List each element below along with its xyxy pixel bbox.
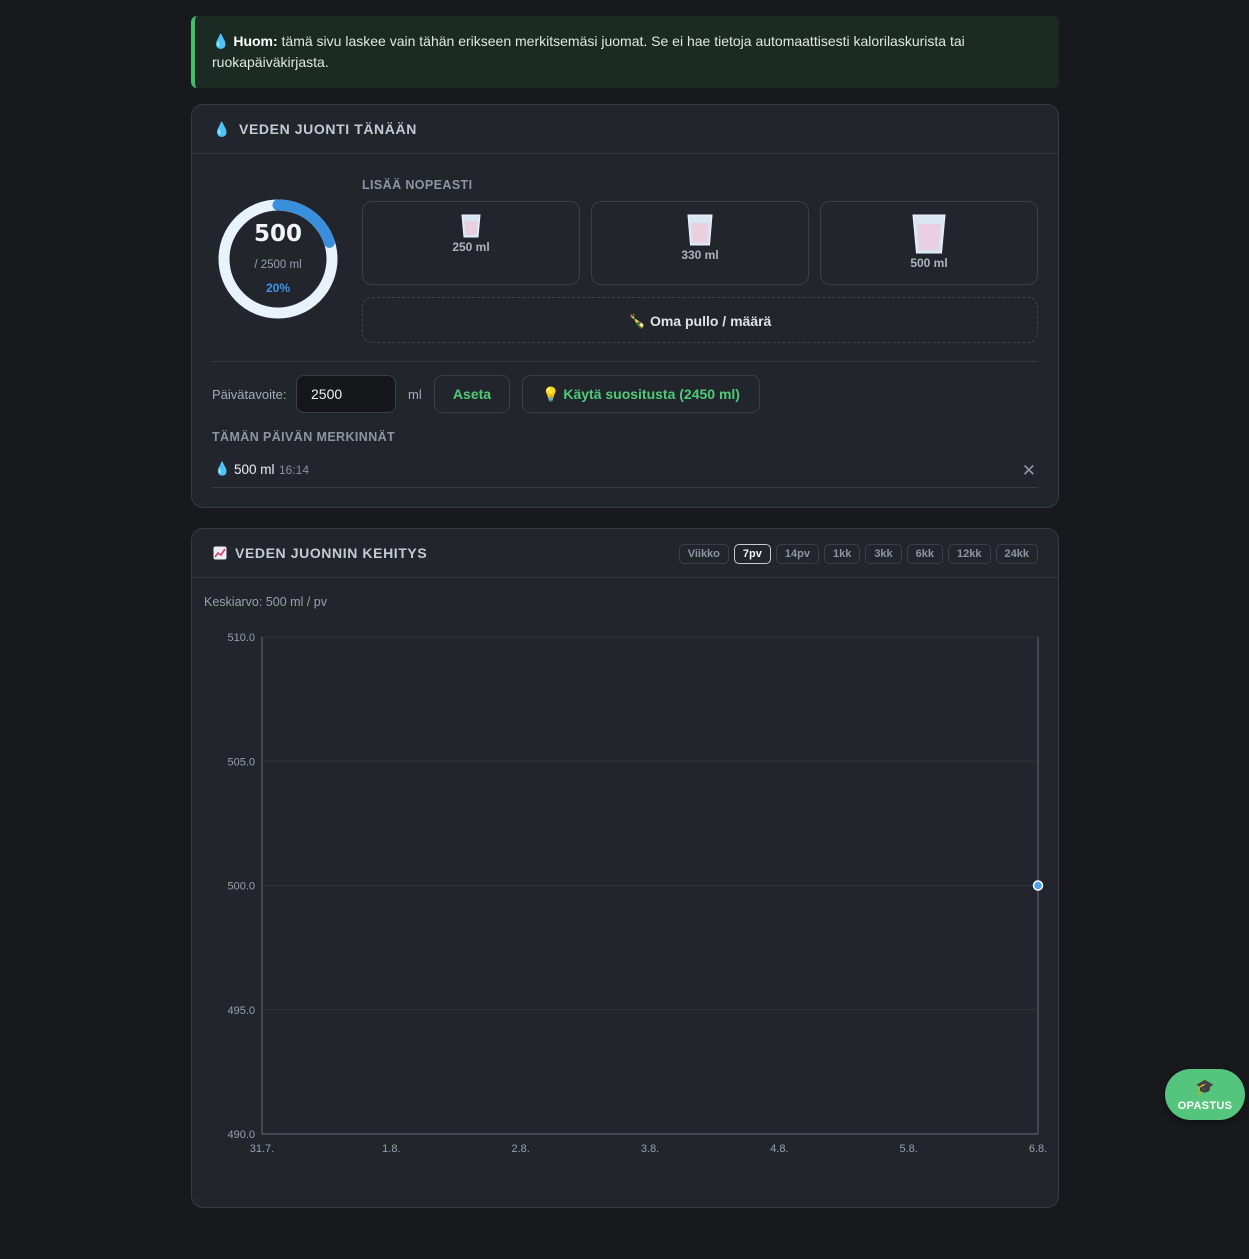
range-tab-3kk[interactable]: 3kk xyxy=(865,544,902,564)
range-tab-12kk[interactable]: 12kk xyxy=(948,544,991,564)
set-goal-button[interactable]: Aseta xyxy=(434,375,510,413)
y-tick-label: 500.0 xyxy=(227,881,255,893)
entry-row: 💧 500 ml 16:14 ✕ xyxy=(212,459,1038,488)
entry-amount: 500 ml xyxy=(234,462,275,477)
water-drop-icon: 💧 xyxy=(214,461,231,476)
notice-bold: Huom: xyxy=(233,33,278,49)
water-trend-card: VEDEN JUONNIN KEHITYS Viikko 7pv 14pv 1kk 3k… xyxy=(191,528,1059,1208)
water-today-header: 💧 VEDEN JUONTI TÄNÄÄN xyxy=(192,105,1058,154)
chart-trend-icon xyxy=(213,545,227,561)
info-notice: 💧 Huom: tämä sivu laskee vain tähän erik… xyxy=(191,16,1059,88)
range-tab-14pv[interactable]: 14pv xyxy=(775,544,819,564)
quick-add-250-label: 250 ml xyxy=(452,240,490,254)
use-recommendation-button[interactable]: 💡 Käytä suositusta (2450 ml) xyxy=(522,375,760,413)
small-glass-icon xyxy=(461,214,481,238)
trend-chart: 510.0 505.0 500.0 495.0 490.0 31.7. 1.8. 2.8. 3.… xyxy=(227,632,1047,1155)
delete-entry-icon[interactable]: ✕ xyxy=(1022,461,1036,481)
quick-add-label: LISÄÄ NOPEASTI xyxy=(362,178,473,192)
custom-amount-button[interactable]: 🍾 Oma pullo / määrä xyxy=(362,297,1038,343)
range-tab-1kk[interactable]: 1kk xyxy=(823,544,861,564)
x-tick-label: 31.7. xyxy=(250,1143,274,1155)
custom-amount-label: Oma pullo / määrä xyxy=(649,313,772,329)
lightbulb-icon: 💡 xyxy=(542,386,560,402)
water-today-card: 💧 VEDEN JUONTI TÄNÄÄN 500 / 2500 ml 20% … xyxy=(191,104,1059,508)
quick-add-500-label: 500 ml xyxy=(910,256,948,270)
bottle-icon: 🍾 xyxy=(628,313,647,329)
x-tick-label: 2.8. xyxy=(511,1143,529,1155)
range-tab-6kk[interactable]: 6kk xyxy=(906,544,944,564)
quick-add-500-button[interactable]: 500 ml xyxy=(820,201,1038,285)
y-tick-label: 505.0 xyxy=(227,756,255,768)
progress-ring: 500 / 2500 ml 20% xyxy=(216,197,340,321)
x-tick-label: 3.8. xyxy=(641,1143,659,1155)
daily-goal-input[interactable] xyxy=(296,375,396,413)
x-tick-label: 1.8. xyxy=(382,1143,400,1155)
range-tab-viikko[interactable]: Viikko xyxy=(678,544,729,564)
water-drop-icon: 💧 xyxy=(212,33,230,49)
daily-goal-label: Päivätavoite: xyxy=(212,387,287,402)
range-tab-7pv[interactable]: 7pv xyxy=(733,544,771,564)
help-fab-button[interactable]: 🎓 OPASTUS xyxy=(1165,1069,1245,1120)
data-point[interactable] xyxy=(1032,880,1044,891)
quick-add-330-label: 330 ml xyxy=(681,248,719,262)
x-tick-label: 6.8. xyxy=(1029,1143,1047,1155)
notice-text: tämä sivu laskee vain tähän erikseen mer… xyxy=(212,33,965,70)
quick-add-330-button[interactable]: 330 ml xyxy=(591,201,809,285)
help-fab-label: OPASTUS xyxy=(1177,1100,1233,1112)
water-today-title: VEDEN JUONTI TÄNÄÄN xyxy=(239,121,417,137)
today-entries-label: TÄMÄN PÄIVÄN MERKINNÄT xyxy=(212,430,396,444)
x-tick-label: 5.8. xyxy=(899,1143,917,1155)
y-tick-label: 490.0 xyxy=(227,1129,255,1141)
medium-glass-icon xyxy=(687,214,713,246)
water-drop-icon: 💧 xyxy=(213,120,232,137)
ring-goal: / 2500 ml xyxy=(254,259,302,271)
use-recommendation-label: Käytä suositusta (2450 ml) xyxy=(563,386,740,402)
y-tick-label: 510.0 xyxy=(227,632,255,644)
x-tick-label: 4.8. xyxy=(770,1143,788,1155)
divider xyxy=(212,361,1038,362)
water-trend-title: VEDEN JUONNIN KEHITYS xyxy=(235,545,428,561)
y-tick-label: 495.0 xyxy=(227,1005,255,1017)
range-tab-24kk[interactable]: 24kk xyxy=(995,544,1038,564)
quick-add-250-button[interactable]: 250 ml xyxy=(362,201,580,285)
goal-unit-label: ml xyxy=(408,387,422,402)
range-tabs: Viikko 7pv 14pv 1kk 3kk 6kk 12kk 24kk xyxy=(678,544,1038,564)
average-text: Keskiarvo: 500 ml / pv xyxy=(204,595,327,609)
graduation-cap-icon: 🎓 xyxy=(1195,1079,1215,1096)
ring-value: 500 xyxy=(253,221,302,247)
ring-percent: 20% xyxy=(265,281,291,295)
large-glass-icon xyxy=(912,214,946,254)
entry-time: 16:14 xyxy=(279,463,310,477)
